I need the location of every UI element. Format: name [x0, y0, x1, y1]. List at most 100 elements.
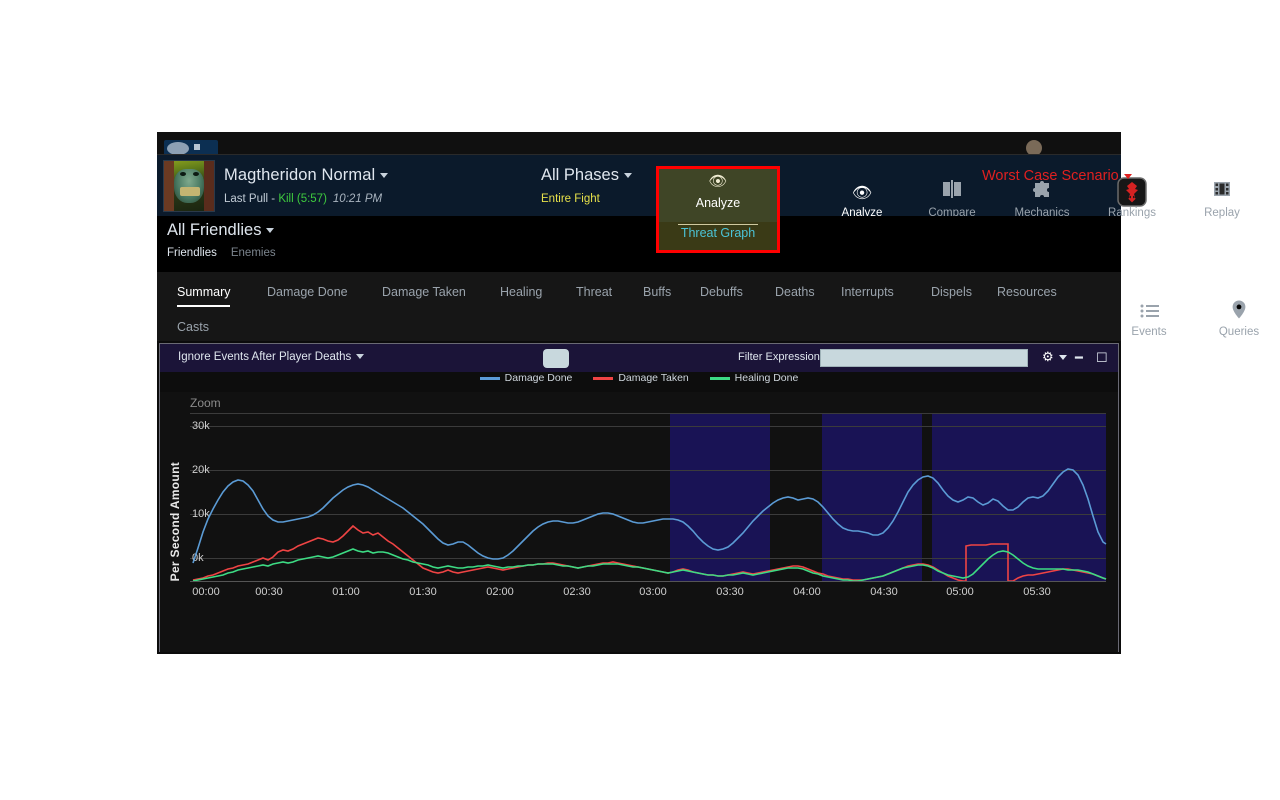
filter-expression-label: Filter Expression:	[738, 351, 823, 363]
portrait-side-left	[164, 161, 174, 211]
user-avatar[interactable]	[1026, 140, 1042, 154]
pin-icon	[1194, 300, 1280, 326]
tab-threat[interactable]: Threat	[576, 285, 612, 299]
friendlies-row: All Friendlies FriendliesEnemies Tables …	[157, 216, 1259, 356]
legend-swatch-damage-done	[479, 376, 500, 380]
view-queries[interactable]: Queries	[1194, 300, 1280, 356]
nav-replay[interactable]: Replay	[1177, 177, 1267, 239]
ignore-events-dropdown[interactable]: Ignore Events After Player Deaths	[178, 351, 365, 363]
tab-friendlies[interactable]: Friendlies	[167, 247, 217, 259]
series-line-damage-done	[192, 468, 1107, 564]
legend-healing-done[interactable]: Healing Done	[709, 372, 799, 384]
logo-disc	[167, 142, 189, 154]
site-logo-icon[interactable]	[164, 140, 218, 154]
fight-header: Magtheridon Normal Last Pull - Kill (5:5…	[157, 154, 1240, 219]
portrait-eye-right	[193, 172, 199, 176]
x-tick-label: 03:30	[716, 586, 744, 598]
x-tick-label: 00:30	[255, 586, 283, 598]
tab-buffs[interactable]: Buffs	[643, 285, 671, 299]
x-tick-label: 00:00	[192, 586, 220, 598]
fight-title[interactable]: Magtheridon Normal	[224, 166, 389, 185]
tab-damage-taken[interactable]: Damage Taken	[382, 285, 466, 299]
tab-casts[interactable]: Casts	[177, 320, 209, 334]
ignore-events-toggle[interactable]	[543, 349, 569, 368]
chevron-down-icon	[1123, 173, 1132, 179]
x-tick-label: 04:00	[793, 586, 821, 598]
x-axis	[190, 581, 1106, 582]
x-tick-label: 01:30	[409, 586, 437, 598]
view-queries-label: Queries	[1218, 326, 1260, 338]
analysis-tabs: Summary Damage Done Damage Taken Healing…	[157, 272, 1121, 341]
ignore-events-label: Ignore Events After Player Deaths	[178, 351, 352, 363]
pull-time: 10:21 PM	[332, 193, 383, 205]
gear-icon[interactable]: ⚙	[1042, 349, 1067, 365]
tab-damage-done[interactable]: Damage Done	[267, 285, 348, 299]
pull-result: Kill (5:57)	[278, 193, 327, 205]
legend-damage-done[interactable]: Damage Done	[479, 372, 573, 384]
legend-swatch-damage-taken	[593, 376, 614, 380]
chevron-down-icon	[380, 173, 389, 179]
site-header-sliver	[157, 132, 1121, 154]
threat-graph-target[interactable]: Threat Graph	[659, 226, 777, 240]
fight-title-text: Magtheridon Normal	[224, 166, 376, 184]
x-tick-label: 02:00	[486, 586, 514, 598]
logo-mark	[194, 144, 200, 150]
x-tick-label: 05:00	[946, 586, 974, 598]
tab-resources[interactable]: Resources	[997, 285, 1057, 299]
portrait-jaw	[180, 187, 200, 196]
x-tick-label: 02:30	[563, 586, 591, 598]
eye-icon: 👁	[851, 185, 873, 202]
tab-debuffs[interactable]: Debuffs	[700, 285, 743, 299]
friendlies-title-text: All Friendlies	[167, 221, 262, 239]
tab-interrupts[interactable]: Interrupts	[841, 285, 894, 299]
pull-prefix: Last Pull -	[224, 193, 279, 205]
phases-selector[interactable]: All Phases	[541, 166, 632, 185]
tab-deaths[interactable]: Deaths	[775, 285, 815, 299]
fight-subtitle: Last Pull - Kill (5:57) 10:21 PM	[224, 193, 382, 205]
warcraftlogs-app: Magtheridon Normal Last Pull - Kill (5:5…	[157, 132, 1259, 654]
x-tick-label: 01:00	[332, 586, 360, 598]
tab-summary-label: Summary	[177, 285, 231, 299]
graph-panel: Ignore Events After Player Deaths Filter…	[159, 343, 1119, 652]
nav-replay-label: Replay	[1204, 207, 1240, 219]
film-icon	[1177, 177, 1267, 207]
x-tick-label: 04:30	[870, 586, 898, 598]
x-tick-label: 05:30	[1023, 586, 1051, 598]
analyze-label: Analyze	[695, 196, 741, 210]
eye-icon: 👁	[708, 173, 728, 190]
analyze-separator	[678, 224, 758, 225]
chart-series	[192, 468, 1107, 582]
worst-case-scenario-text: Worst Case Scenario	[982, 168, 1119, 184]
tab-dispels[interactable]: Dispels	[931, 285, 972, 299]
boss-portrait-icon	[163, 160, 215, 212]
portrait-side-right	[204, 161, 214, 211]
legend-damage-taken[interactable]: Damage Taken	[593, 372, 689, 384]
series-line-damage-taken	[192, 524, 1107, 582]
phases-title-text: All Phases	[541, 166, 619, 184]
legend-swatch-healing-done	[709, 376, 730, 380]
chart-plot-area[interactable]: Zoom Per Second Amount 30k 20k 10k 0k 00…	[160, 392, 1118, 652]
active-underline	[177, 305, 231, 307]
friendlies-selector[interactable]: All Friendlies	[167, 221, 275, 240]
x-tick-label: 03:00	[639, 586, 667, 598]
legend-label-damage-done: Damage Done	[504, 372, 573, 384]
tab-summary[interactable]: Summary	[177, 285, 231, 307]
portrait-face	[174, 169, 204, 203]
friendlies-enemies-tabs: Friendlies Enemies	[167, 247, 290, 259]
tab-enemies[interactable]: Enemies	[231, 247, 276, 259]
minimize-icon[interactable]: ━	[1075, 349, 1089, 367]
chevron-down-icon	[623, 173, 632, 179]
portrait-eye-left	[180, 172, 186, 176]
worst-case-scenario-overlay[interactable]: Worst Case Scenario	[982, 168, 1132, 184]
legend-label-damage-taken: Damage Taken	[618, 372, 689, 384]
filter-expression-input[interactable]	[820, 349, 1028, 367]
maximize-icon[interactable]: ☐	[1096, 349, 1110, 367]
legend-label-healing-done: Healing Done	[734, 372, 799, 384]
chevron-down-icon	[266, 228, 275, 234]
chevron-down-icon	[356, 354, 365, 360]
phases-subtitle: Entire Fight	[541, 193, 600, 205]
chart-legend: Damage Done Damage Taken Healing Done	[160, 372, 1118, 392]
panel-toolbar: Ignore Events After Player Deaths Filter…	[160, 344, 1118, 372]
series-line-healing-done	[192, 548, 1107, 582]
tab-healing[interactable]: Healing	[500, 285, 542, 299]
